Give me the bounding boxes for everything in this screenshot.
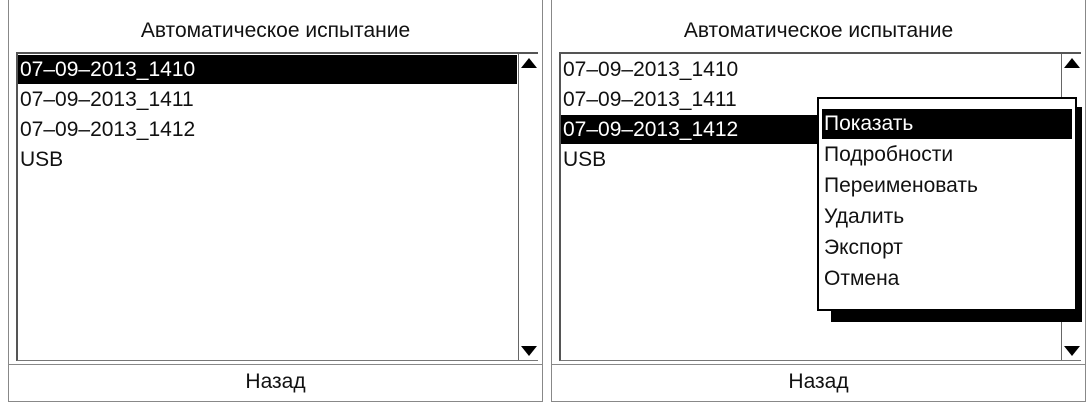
- list-item[interactable]: USB: [18, 145, 517, 174]
- list-item[interactable]: 07–09–2013_1411: [18, 85, 517, 114]
- scroll-down-icon[interactable]: [1064, 346, 1080, 356]
- list-item[interactable]: 07–09–2013_1410: [561, 55, 1060, 84]
- scroll-down-icon[interactable]: [521, 346, 537, 356]
- back-button[interactable]: Назад: [552, 364, 1085, 401]
- menu-item-cancel[interactable]: Отмена: [822, 264, 1072, 294]
- menu-item-show[interactable]: Показать: [822, 109, 1072, 139]
- scrollbar[interactable]: [518, 54, 538, 360]
- screen-title: Автоматическое испытание: [140, 19, 411, 42]
- file-list: 07–09–2013_1410 07–09–2013_1411 07–09–20…: [16, 52, 538, 361]
- list-item[interactable]: 07–09–2013_1412: [18, 115, 517, 144]
- menu-item-rename[interactable]: Переименовать: [822, 171, 1072, 201]
- menu-item-details[interactable]: Подробности: [822, 140, 1072, 170]
- context-menu: Показать Подробности Переименовать Удали…: [817, 97, 1077, 311]
- scroll-up-icon[interactable]: [521, 58, 537, 68]
- menu-item-export[interactable]: Экспорт: [822, 233, 1072, 263]
- scroll-up-icon[interactable]: [1064, 58, 1080, 68]
- back-button[interactable]: Назад: [9, 364, 542, 401]
- list-item[interactable]: 07–09–2013_1412: [561, 115, 819, 144]
- menu-item-delete[interactable]: Удалить: [822, 202, 1072, 232]
- list-item[interactable]: 07–09–2013_1410: [18, 55, 517, 84]
- right-screen: Автоматическое испытание 07–09–2013_1410…: [551, 0, 1086, 402]
- screen-title: Автоматическое испытание: [683, 19, 954, 42]
- left-screen: Автоматическое испытание 07–09–2013_1410…: [8, 0, 543, 402]
